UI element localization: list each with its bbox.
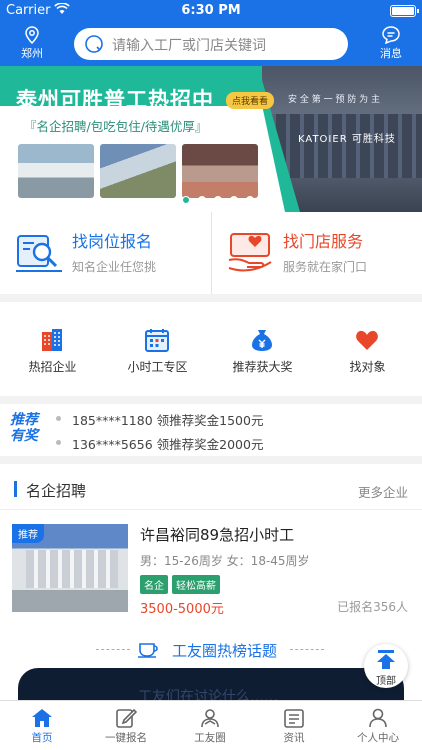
- factory-sign: 安 全 第 一 预 防 为 主: [288, 95, 381, 105]
- banner-tag[interactable]: 点我看看: [226, 92, 275, 109]
- tab-community[interactable]: 工友圈: [168, 701, 252, 750]
- category-label: 找对象: [349, 360, 386, 374]
- chat-bubble-icon: [382, 26, 400, 44]
- banner-photo-2: [100, 144, 176, 198]
- job-listing-card[interactable]: 推荐 许昌裕同89急招小时工 男：15-26周岁 女：18-45周岁 名企 轻松高…: [0, 510, 422, 628]
- category-label: 热招企业: [28, 360, 77, 374]
- money-bag-icon: [252, 330, 272, 351]
- bottom-tab-bar: 首页 一键报名 工友圈 资讯 个人中心: [0, 700, 422, 750]
- hot-topic-title: 工友圈热榜话题: [172, 642, 278, 660]
- referral-ticker[interactable]: 推荐 有奖 185****1180 领推荐奖金1500元 136****5656…: [0, 404, 422, 456]
- carousel-dot-1[interactable]: [182, 196, 190, 204]
- job-tags: 名企 轻松高薪: [140, 574, 224, 594]
- heart-hand-icon: [228, 233, 272, 272]
- find-store-card[interactable]: 找门店服务 服务就在家门口: [211, 212, 422, 294]
- carousel-dot-4[interactable]: [230, 196, 238, 204]
- tab-label: 一键报名: [105, 732, 147, 744]
- location-selector[interactable]: 郑州: [10, 26, 54, 61]
- message-button[interactable]: 消息: [370, 26, 412, 61]
- coffee-cup-icon: [138, 643, 158, 658]
- search-placeholder: 请输入工厂或门店关键词: [112, 38, 266, 54]
- search-doc-icon: [16, 235, 62, 272]
- banner-title: 泰州可胜普工热招中: [16, 88, 214, 112]
- building-icon: [42, 329, 62, 351]
- section-header: 名企招聘 更多企业: [0, 464, 422, 510]
- edit-icon: [116, 708, 137, 728]
- category-label: 小时工专区: [127, 360, 188, 374]
- banner-subtitle: 『名企招聘/包吃包住/待遇优厚』: [24, 119, 208, 134]
- category-referral-reward[interactable]: 推荐获大奖: [210, 302, 315, 396]
- tab-label: 个人中心: [357, 732, 399, 744]
- heart-icon: [356, 330, 378, 350]
- find-job-card[interactable]: 找岗位报名 知名企业任您挑: [0, 212, 211, 294]
- back-to-top-button[interactable]: 顶部: [364, 644, 408, 688]
- carousel-dot-2[interactable]: [198, 196, 206, 204]
- recommend-ribbon: 推荐: [12, 524, 44, 543]
- tab-quick-apply[interactable]: 一键报名: [84, 701, 168, 750]
- banner-photo-1: [18, 144, 94, 198]
- job-tag: 轻松高薪: [172, 575, 220, 594]
- ticker-item: 136****5656 领推荐奖金2000元: [56, 434, 263, 453]
- arrow-up-icon: [377, 650, 395, 669]
- location-pin-icon: [25, 26, 39, 44]
- job-title: 许昌裕同89急招小时工: [140, 526, 295, 544]
- category-label: 推荐获大奖: [232, 360, 293, 374]
- carousel-dot-5[interactable]: [246, 196, 254, 204]
- find-store-title: 找门店服务: [283, 232, 364, 251]
- banner-photo-3: [182, 144, 258, 198]
- tab-label: 首页: [31, 732, 53, 744]
- news-icon: [284, 709, 304, 728]
- company-sign: KATOIER 可胜科技: [298, 134, 396, 145]
- job-tag: 名企: [140, 575, 168, 594]
- promo-banner[interactable]: 安 全 第 一 预 防 为 主 KATOIER 可胜科技 泰州可胜普工热招中 点…: [0, 66, 422, 212]
- find-store-subtitle: 服务就在家门口: [283, 260, 368, 274]
- category-grid: 热招企业 小时工专区 推荐获大奖 找对象: [0, 302, 422, 396]
- service-cards: 找岗位报名 知名企业任您挑 找门店服务 服务就在家门口: [0, 212, 422, 294]
- ticker-item: 185****1180 领推荐奖金1500元: [56, 410, 263, 429]
- tab-profile[interactable]: 个人中心: [336, 701, 420, 750]
- top-nav: 郑州 请输入工厂或门店关键词 消息: [0, 22, 422, 66]
- tab-home[interactable]: 首页: [0, 701, 84, 750]
- hot-topic-section: 工友圈热榜话题 工友们在讨论什么……: [0, 628, 422, 708]
- carousel-dot-3[interactable]: [214, 196, 222, 204]
- tab-news[interactable]: 资讯: [252, 701, 336, 750]
- category-hot-companies[interactable]: 热招企业: [0, 302, 105, 396]
- user-icon: [369, 708, 387, 728]
- enrolled-count: 已报名356人: [337, 600, 408, 614]
- home-icon: [32, 709, 52, 727]
- search-icon: [85, 35, 103, 53]
- status-bar: Carrier 6:30 PM: [0, 0, 422, 22]
- section-title: 名企招聘: [26, 482, 87, 500]
- people-icon: [201, 709, 219, 728]
- location-label: 郑州: [21, 47, 43, 60]
- search-input[interactable]: 请输入工厂或门店关键词: [74, 28, 348, 60]
- battery-icon: [390, 5, 419, 17]
- category-dating[interactable]: 找对象: [315, 302, 420, 396]
- back-to-top-label: 顶部: [376, 676, 396, 687]
- clock: 6:30 PM: [181, 3, 241, 18]
- job-requirement: 男：15-26周岁 女：18-45周岁: [140, 554, 310, 568]
- referral-badge: 推荐 有奖: [10, 412, 38, 444]
- more-companies-link[interactable]: 更多企业: [358, 482, 408, 501]
- message-label: 消息: [380, 47, 402, 60]
- job-salary: 3500-5000元: [140, 602, 224, 617]
- calendar-icon: [145, 329, 169, 352]
- tab-label: 工友圈: [194, 732, 226, 744]
- category-hourly-jobs[interactable]: 小时工专区: [105, 302, 210, 396]
- tab-label: 资讯: [283, 732, 305, 744]
- find-job-title: 找岗位报名: [72, 232, 153, 251]
- find-job-subtitle: 知名企业任您挑: [72, 260, 157, 274]
